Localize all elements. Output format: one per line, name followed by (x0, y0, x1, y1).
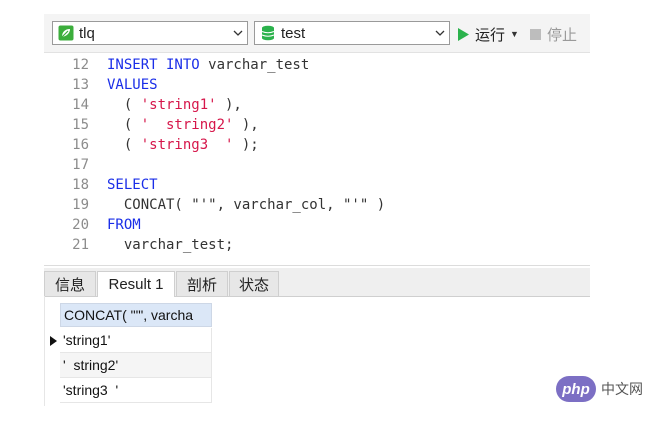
code-line: 12 INSERT INTO varchar_test (44, 55, 309, 75)
sql-text: ); (233, 137, 259, 153)
watermark: php 中文网 (556, 376, 643, 402)
chevron-down-icon[interactable] (431, 30, 449, 36)
caret-down-icon[interactable]: ▼ (510, 29, 519, 39)
sql-text: ( (107, 137, 141, 153)
line-number: 14 (72, 97, 89, 113)
database-name: test (281, 24, 306, 42)
sql-keyword: VALUES (107, 77, 158, 93)
chevron-down-icon[interactable] (229, 30, 247, 36)
code-line: 15 ( ' string2' ), (44, 115, 259, 135)
sql-text: varchar_test; (107, 237, 234, 253)
toolbar: tlq test 运行 ▼ 停止 (44, 14, 590, 53)
sql-text: varchar_test (199, 57, 310, 73)
run-label: 运行 (475, 26, 506, 44)
connection-select[interactable]: tlq (52, 21, 248, 45)
stop-label: 停止 (547, 26, 578, 44)
result-tabs: 信息 Result 1 剖析 状态 (44, 268, 590, 297)
sql-string: ' string2' (140, 117, 234, 133)
sql-text: CONCAT( "'", varchar_col, "'" ) (107, 197, 386, 213)
code-line: 21 varchar_test; (44, 235, 233, 255)
code-line: 16 ( 'string3 ' ); (44, 135, 259, 155)
code-line: 13 VALUES (44, 75, 158, 95)
code-line: 18 SELECT (44, 175, 158, 195)
stop-icon (530, 28, 541, 40)
code-line: 14 ( 'string1' ), (44, 95, 242, 115)
code-line: 19 CONCAT( "'", varchar_col, "'" ) (44, 195, 385, 215)
sql-text: ), (216, 97, 242, 113)
sql-text: ( (107, 117, 141, 133)
line-number: 15 (72, 117, 89, 133)
database-select[interactable]: test (254, 21, 450, 45)
current-row-arrow-icon (48, 328, 58, 353)
sql-text: ( (107, 97, 141, 113)
line-number: 19 (72, 197, 89, 213)
grid-edge (44, 296, 45, 406)
tab-result-1[interactable]: Result 1 (97, 271, 175, 297)
code-line: 17 (44, 155, 107, 175)
stop-button[interactable]: 停止 (530, 24, 577, 44)
run-button[interactable]: 运行 ▼ (458, 24, 519, 44)
sql-string: 'string1' (140, 97, 217, 113)
php-logo: php (556, 376, 596, 402)
line-number: 12 (72, 57, 89, 73)
column-header[interactable]: CONCAT( "'", varcha (60, 303, 212, 327)
line-number: 18 (72, 177, 89, 193)
tab-profile[interactable]: 剖析 (176, 271, 228, 296)
database-icon (260, 25, 276, 41)
connection-name: tlq (79, 24, 95, 42)
watermark-text: 中文网 (601, 381, 643, 397)
sql-editor[interactable]: 12 INSERT INTO varchar_test 13 VALUES 14 ( '… (44, 53, 590, 265)
line-number: 20 (72, 217, 89, 233)
line-number: 17 (72, 157, 89, 173)
line-number: 21 (72, 237, 89, 253)
sql-keyword: INSERT INTO (107, 57, 200, 73)
play-icon (458, 27, 469, 41)
sql-text: ), (233, 117, 259, 133)
tab-info[interactable]: 信息 (44, 271, 96, 296)
table-row[interactable]: 'string3 ' (60, 378, 212, 403)
connection-icon (58, 25, 74, 41)
table-row[interactable]: ' string2' (60, 353, 212, 378)
sql-keyword: FROM (107, 217, 141, 233)
line-number: 16 (72, 137, 89, 153)
code-line: 20 FROM (44, 215, 141, 235)
tab-status[interactable]: 状态 (229, 271, 279, 296)
sql-keyword: SELECT (107, 177, 158, 193)
line-number: 13 (72, 77, 89, 93)
sql-string: 'string3 ' (140, 137, 234, 153)
table-row[interactable]: 'string1' (60, 328, 212, 353)
divider (44, 265, 590, 266)
